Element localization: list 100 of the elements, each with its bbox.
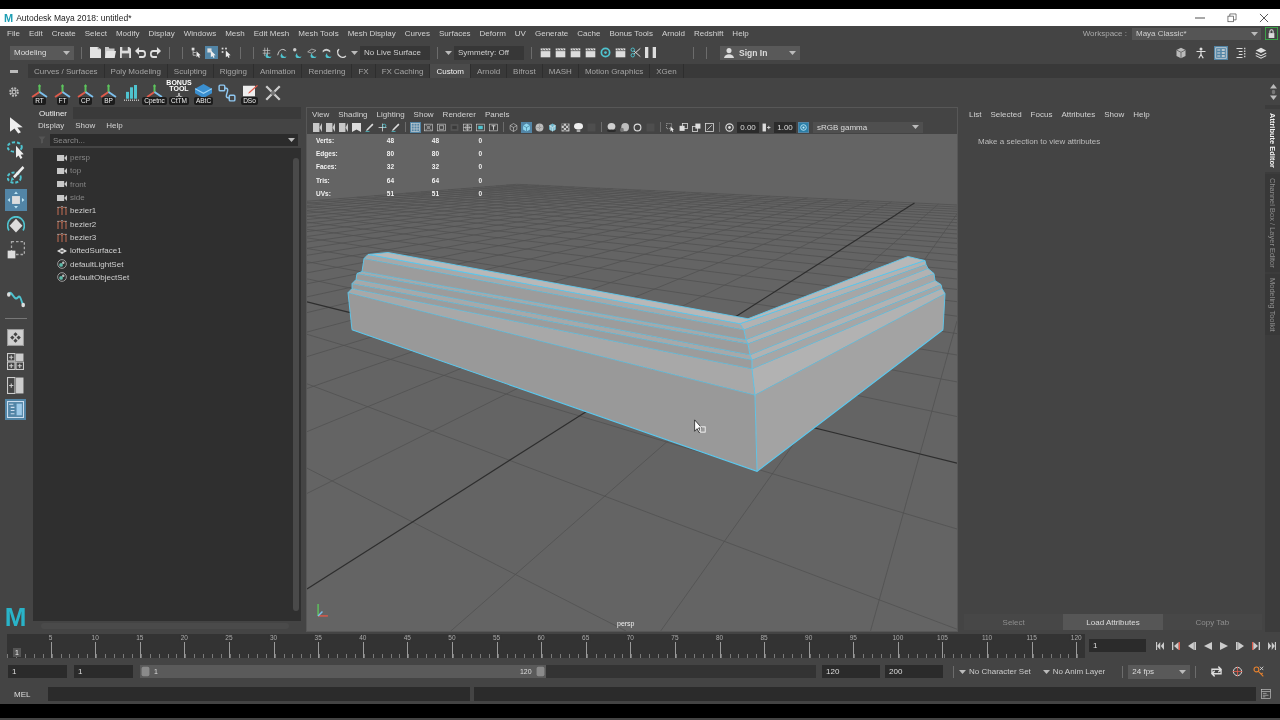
menu-item[interactable]: Bonus Tools (609, 29, 653, 38)
stick-figure-icon[interactable] (1194, 45, 1208, 60)
menu-item[interactable]: Mesh (225, 29, 245, 38)
shelf-scroll-icon[interactable] (1270, 83, 1277, 100)
sign-in-button[interactable]: Sign In (720, 45, 800, 60)
shelf-tab[interactable]: FX (352, 64, 376, 78)
outliner-item[interactable]: side (33, 190, 292, 205)
character-set-dropdown[interactable]: No Character Set (966, 667, 1034, 676)
viewport-canvas[interactable] (307, 134, 957, 631)
shelf-tab[interactable]: Curves / Surfaces (28, 64, 105, 78)
point-magnet-icon[interactable] (291, 46, 304, 59)
undo-icon[interactable] (134, 46, 147, 59)
outliner-item[interactable]: loftedSurface1 (33, 244, 292, 258)
clapperboard-icon[interactable] (614, 46, 627, 59)
restore-icon[interactable] (1227, 12, 1237, 23)
menu-item[interactable]: Surfaces (439, 29, 471, 38)
playback-start-field[interactable]: 1 (74, 665, 133, 678)
outliner-item[interactable]: bezier2 (33, 217, 292, 231)
shelf-tab[interactable]: Animation (253, 64, 303, 78)
shelf-tab[interactable]: Sculpting (167, 64, 214, 78)
grid-magnet-icon[interactable] (261, 46, 274, 59)
clapperboard-icon[interactable] (569, 46, 582, 59)
camera-icon[interactable] (312, 121, 323, 133)
clapperboard-icon[interactable] (584, 46, 597, 59)
safe-action-icon[interactable] (475, 121, 486, 133)
loop-icon[interactable] (1211, 666, 1223, 677)
sphere-icon[interactable] (606, 121, 617, 133)
camera-icon[interactable] (338, 121, 349, 133)
menu-item[interactable]: Selected (990, 109, 1022, 119)
open-folder-icon[interactable] (104, 46, 117, 59)
menu-item[interactable]: Create (51, 29, 76, 38)
sphere-icon[interactable] (619, 121, 630, 133)
gamma-field[interactable]: 1.00 (774, 121, 796, 133)
outliner-item[interactable]: bezier1 (33, 204, 292, 218)
pause-icon[interactable] (644, 46, 657, 59)
vertical-scrollbar[interactable] (293, 158, 299, 611)
clapperboard-icon[interactable] (539, 46, 552, 59)
outliner-item[interactable]: persp (33, 151, 292, 165)
menu-item[interactable]: Show (75, 121, 96, 130)
layers-icon[interactable] (1254, 45, 1268, 60)
menu-item[interactable]: Renderer (442, 109, 476, 119)
next-frame-icon[interactable] (1236, 641, 1244, 650)
ae-button[interactable]: Load Attributes (1063, 614, 1163, 630)
play-reverse-icon[interactable] (1204, 641, 1212, 650)
color-wheel-icon[interactable] (798, 121, 809, 133)
resolution-gate-icon[interactable] (436, 121, 447, 133)
pencil-icon[interactable] (364, 121, 375, 133)
shelf-menu-icon[interactable] (10, 69, 18, 73)
skip-to-end-icon[interactable] (1268, 641, 1276, 650)
wireframe-cube-icon[interactable] (508, 121, 519, 133)
shelf-tab[interactable]: Motion Graphics (578, 64, 651, 78)
current-frame-field[interactable]: 1 (1089, 639, 1146, 652)
overlapping-squares-icon[interactable] (678, 121, 689, 133)
menu-item[interactable]: UV (514, 29, 526, 38)
menu-item[interactable]: Curves (404, 29, 430, 38)
shaded-cube-icon[interactable] (521, 121, 532, 133)
ring-icon[interactable] (632, 121, 643, 133)
menu-item[interactable]: Modify (115, 29, 140, 38)
menu-item[interactable]: Mesh Tools (298, 29, 339, 38)
shelf-tab[interactable]: Rigging (213, 64, 254, 78)
script-editor-icon[interactable] (1261, 689, 1271, 699)
menu-item[interactable]: Edit (28, 29, 43, 38)
menu-item[interactable]: List (969, 109, 982, 119)
exposure-field[interactable]: 0.00 (737, 121, 759, 133)
caret-icon[interactable] (959, 669, 966, 674)
four-pane-icon[interactable] (5, 351, 26, 372)
menu-item[interactable]: Help (732, 29, 749, 38)
workspace-dropdown[interactable]: Maya Classic* (1132, 27, 1261, 40)
dotted-sphere-icon[interactable] (534, 121, 545, 133)
menu-item[interactable]: Panels (484, 109, 510, 119)
field-chart-icon[interactable] (462, 121, 473, 133)
magnet-icon[interactable] (336, 46, 349, 59)
bookmark-icon[interactable] (351, 121, 362, 133)
next-key-icon[interactable] (1252, 641, 1260, 650)
outliner-item[interactable]: bezier3 (33, 230, 292, 245)
crosshair-circle-icon[interactable] (1232, 666, 1244, 677)
menu-set-dropdown[interactable]: Modeling (10, 45, 74, 60)
wire-cube-icon[interactable] (547, 121, 558, 133)
search-field[interactable]: Search... (50, 134, 285, 146)
grid-icon[interactable] (410, 121, 421, 133)
close-icon[interactable] (1259, 12, 1269, 23)
molding-model[interactable] (347, 252, 946, 472)
framed-square-icon[interactable] (704, 121, 715, 133)
outliner-item[interactable]: defaultLightSet (33, 257, 292, 271)
clapperboard-icon[interactable] (554, 46, 567, 59)
menu-item[interactable]: Help (1133, 109, 1150, 119)
caret-icon[interactable] (1042, 669, 1050, 674)
caret-icon[interactable] (285, 134, 298, 146)
symmetry-field[interactable]: Symmetry: Off (454, 45, 524, 60)
caret-icon[interactable] (445, 50, 452, 55)
fps-dropdown[interactable]: 24 fps (1128, 664, 1191, 679)
panel-tab[interactable]: Outliner (33, 107, 73, 119)
checker-icon[interactable] (560, 121, 571, 133)
shelf-tab[interactable]: Poly Modeling (104, 64, 168, 78)
isolate-select-icon[interactable] (665, 121, 676, 133)
menu-item[interactable]: Show (1104, 109, 1125, 119)
slider-handle-icon[interactable] (141, 666, 150, 677)
shelf-tab[interactable]: Custom (430, 64, 471, 78)
menu-item[interactable]: Generate (534, 29, 569, 38)
menu-item[interactable]: Display (148, 29, 175, 38)
